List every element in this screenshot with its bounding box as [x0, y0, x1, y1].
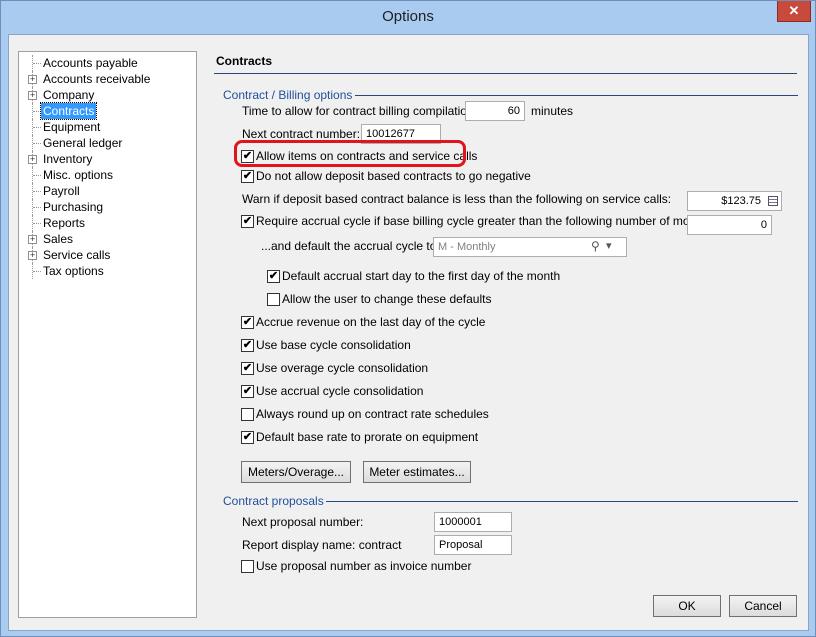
- close-button[interactable]: ✕: [777, 1, 811, 22]
- options-category-tree: Accounts payable + Accounts receivable + Com…: [18, 51, 197, 618]
- tree-item-label: Tax options: [43, 264, 104, 278]
- tree-item[interactable]: Accounts payable: [19, 55, 194, 71]
- checkbox-label: Use proposal number as invoice number: [256, 559, 472, 573]
- tree-item[interactable]: Tax options: [19, 263, 194, 279]
- tree-item[interactable]: General ledger: [19, 135, 194, 151]
- checkbox-label: Allow the user to change these defaults: [282, 292, 492, 306]
- window-title: Options: [382, 8, 434, 25]
- proposals-group-divider: [326, 501, 798, 502]
- checkbox-box[interactable]: ✔: [241, 339, 254, 352]
- tree-item[interactable]: Contracts: [19, 102, 194, 120]
- checkbox-label: Default base rate to prorate on equipmen…: [256, 430, 479, 444]
- tree-item-label: Sales: [43, 232, 74, 246]
- tree-item[interactable]: Equipment: [19, 119, 194, 135]
- expand-icon[interactable]: +: [28, 75, 37, 84]
- chevron-down-icon[interactable]: ▾: [606, 239, 612, 252]
- tree-item-label: Accounts receivable: [43, 72, 151, 86]
- next-contract-label: Next contract number:: [242, 127, 361, 141]
- tree-item[interactable]: Purchasing: [19, 199, 194, 215]
- ok-button[interactable]: OK: [653, 595, 721, 617]
- accrual-cycle-value: M - Monthly: [438, 241, 496, 253]
- compile-time-unit: minutes: [531, 104, 574, 118]
- checkbox-label: Use accrual cycle consolidation: [256, 384, 424, 398]
- meters-overage-button[interactable]: Meters/Overage...: [241, 461, 351, 483]
- report-display-input[interactable]: Proposal: [434, 535, 512, 555]
- next-proposal-input[interactable]: 1000001: [434, 512, 512, 532]
- close-icon: ✕: [788, 3, 800, 18]
- checkbox-box[interactable]: ✔: [241, 385, 254, 398]
- checkbox-label: Require accrual cycle if base billing cy…: [256, 214, 716, 228]
- tree-item[interactable]: Misc. options: [19, 167, 194, 183]
- checkbox-box[interactable]: ✔: [267, 270, 280, 283]
- checkbox-box[interactable]: ✔: [241, 316, 254, 329]
- search-icon[interactable]: ⚲: [591, 239, 600, 253]
- checkbox-box[interactable]: ✔: [241, 215, 254, 228]
- proposals-group-title: Contract proposals: [223, 494, 324, 508]
- checkbox-label: Default accrual start day to the first d…: [282, 269, 561, 283]
- tree-item-label: Misc. options: [43, 168, 114, 182]
- tree-item-label: Equipment: [43, 120, 101, 134]
- expand-icon[interactable]: +: [28, 235, 37, 244]
- heading-divider: [214, 73, 797, 74]
- meter-estimates-button[interactable]: Meter estimates...: [363, 461, 471, 483]
- billing-group-divider: [355, 95, 798, 96]
- tree-connector: [33, 63, 41, 64]
- tree-connector: [33, 111, 41, 112]
- tree-item-label: Purchasing: [43, 200, 104, 214]
- warn-balance-label: Warn if deposit based contract balance i…: [242, 192, 672, 206]
- cancel-button[interactable]: Cancel: [729, 595, 797, 617]
- tree-item-label: Inventory: [43, 152, 93, 166]
- checkbox-label: Do not allow deposit based contracts to …: [256, 169, 531, 183]
- tree-item-label: General ledger: [43, 136, 123, 150]
- tree-item-label: Accounts payable: [43, 56, 138, 70]
- tree-item-label: Payroll: [43, 184, 80, 198]
- tree-item[interactable]: + Accounts receivable: [19, 71, 194, 87]
- checkbox-label: Use overage cycle consolidation: [256, 361, 429, 375]
- options-window: Options ✕ Accounts payable + Accounts rece…: [0, 0, 816, 637]
- title-bar[interactable]: Options ✕: [1, 1, 815, 34]
- checkbox-box[interactable]: [267, 293, 280, 306]
- tree-item[interactable]: + Inventory: [19, 151, 194, 167]
- dialog-client: Accounts payable + Accounts receivable + Com…: [8, 34, 809, 631]
- tree-connector: [33, 207, 41, 208]
- expand-icon[interactable]: +: [28, 251, 37, 260]
- tree-item[interactable]: + Service calls: [19, 247, 194, 263]
- report-display-label: Report display name: contract: [242, 538, 402, 552]
- checkbox-box[interactable]: ✔: [241, 431, 254, 444]
- default-cycle-label: ...and default the accrual cycle to:: [261, 239, 440, 253]
- tree-item[interactable]: + Sales: [19, 231, 194, 247]
- checkbox-box[interactable]: ✔: [241, 170, 254, 183]
- compile-time-label: Time to allow for contract billing compi…: [242, 104, 477, 118]
- billing-group-title: Contract / Billing options: [223, 88, 353, 102]
- tree-connector: [33, 127, 41, 128]
- checkbox-box[interactable]: [241, 560, 254, 573]
- highlight-annotation: [234, 140, 466, 167]
- tree-item-label: Reports: [43, 216, 86, 230]
- expand-icon[interactable]: +: [28, 155, 37, 164]
- tree-item-label: Company: [43, 88, 95, 102]
- tree-connector: [33, 175, 41, 176]
- tree-item[interactable]: Payroll: [19, 183, 194, 199]
- next-proposal-label: Next proposal number:: [242, 515, 364, 529]
- tree-item-label: Service calls: [43, 248, 111, 262]
- tree-item[interactable]: + Company: [19, 87, 194, 103]
- checkbox-label: Use base cycle consolidation: [256, 338, 411, 352]
- tree-item-label: Contracts: [39, 102, 98, 120]
- checkbox-label: Always round up on contract rate schedul…: [256, 407, 489, 421]
- contracts-panel: Contracts Contract / Billing options Tim…: [208, 35, 808, 632]
- page-title: Contracts: [216, 54, 273, 68]
- tree-item[interactable]: Reports: [19, 215, 194, 231]
- compile-time-input[interactable]: 60: [465, 101, 525, 121]
- tree-connector: [33, 223, 41, 224]
- checkbox-box[interactable]: [241, 408, 254, 421]
- checkbox-box[interactable]: ✔: [241, 362, 254, 375]
- checkbox-label: Accrue revenue on the last day of the cy…: [256, 315, 486, 329]
- calendar-icon[interactable]: [768, 196, 778, 206]
- tree-connector: [33, 191, 41, 192]
- tree-connector: [33, 143, 41, 144]
- tree-connector: [33, 271, 41, 272]
- accrual-months-input[interactable]: 0: [687, 215, 772, 235]
- expand-icon[interactable]: +: [28, 91, 37, 100]
